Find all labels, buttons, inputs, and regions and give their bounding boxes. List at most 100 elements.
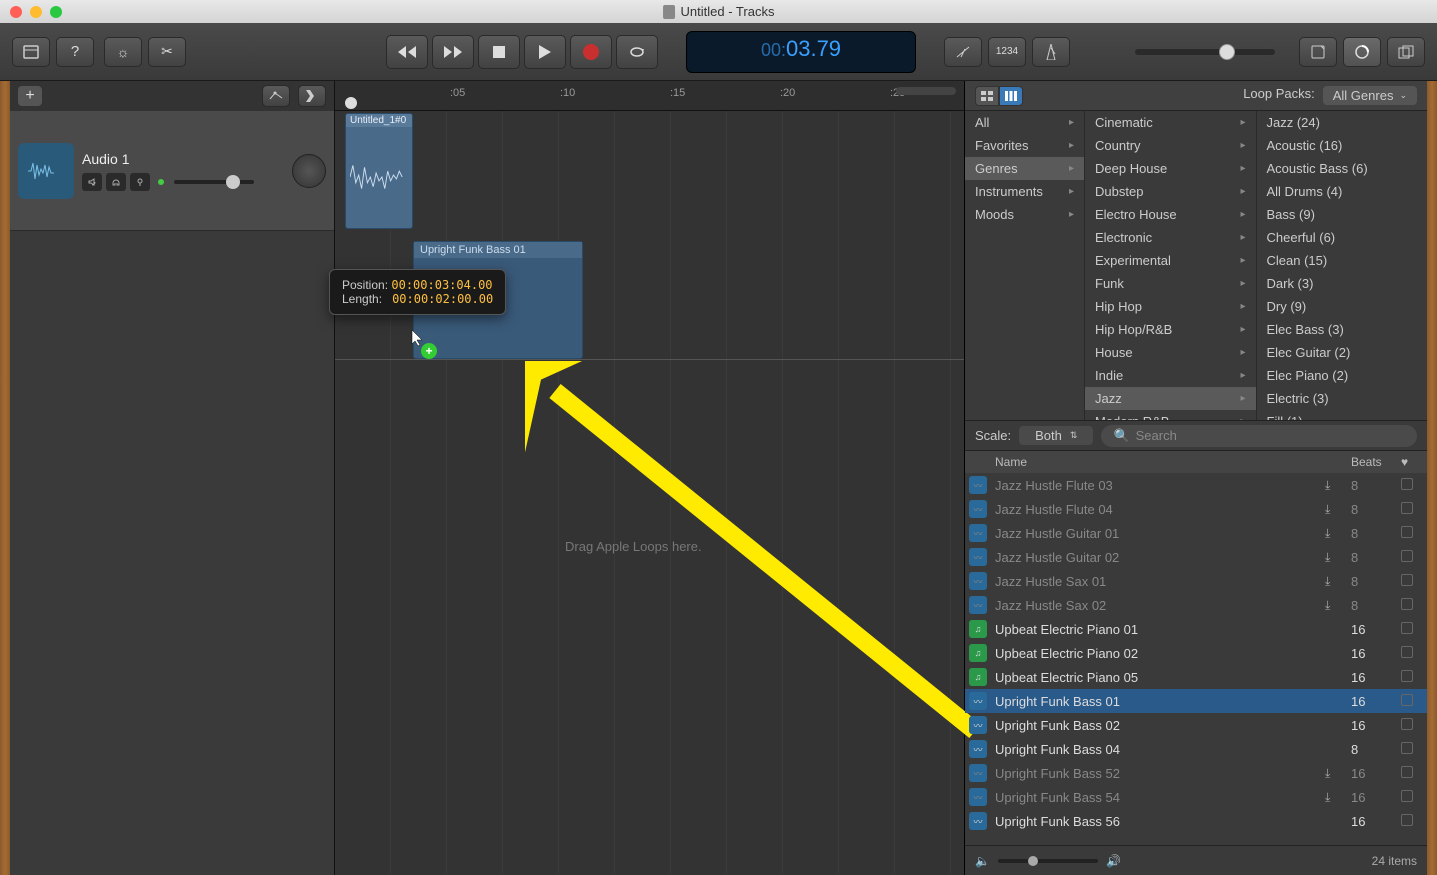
search-input[interactable]: 🔍 Search	[1101, 425, 1417, 447]
category-item[interactable]: Electronic▸	[1085, 226, 1256, 249]
favorite-checkbox[interactable]	[1401, 718, 1427, 733]
loop-row[interactable]: 〰Upright Funk Bass 0116	[965, 689, 1427, 713]
category-item[interactable]: Cheerful (6)	[1257, 226, 1428, 249]
category-item[interactable]: Elec Guitar (2)	[1257, 341, 1428, 364]
input-button[interactable]	[130, 173, 150, 191]
minimize-button[interactable]	[30, 6, 42, 18]
loop-row[interactable]: 〰Upright Funk Bass 52⤓16	[965, 761, 1427, 785]
col-fav-header[interactable]: ♥	[1401, 455, 1427, 469]
category-item[interactable]: Dry (9)	[1257, 295, 1428, 318]
column-view-button[interactable]	[999, 86, 1023, 106]
count-in-button[interactable]: 1234	[988, 37, 1026, 67]
download-icon[interactable]: ⤓	[1325, 550, 1330, 564]
track-volume-slider[interactable]	[174, 180, 254, 184]
category-item[interactable]: House▸	[1085, 341, 1256, 364]
cycle-button[interactable]	[616, 35, 658, 69]
help-button[interactable]: ?	[56, 37, 94, 67]
scale-dropdown[interactable]: Both ⇅	[1019, 426, 1093, 445]
category-item[interactable]: Favorites▸	[965, 134, 1084, 157]
category-item[interactable]: Experimental▸	[1085, 249, 1256, 272]
category-item[interactable]: Hip Hop/R&B▸	[1085, 318, 1256, 341]
loop-packs-dropdown[interactable]: All Genres ⌄	[1323, 86, 1417, 105]
favorite-checkbox[interactable]	[1401, 790, 1427, 805]
category-item[interactable]: Modern R&B▸	[1085, 410, 1256, 420]
horizontal-zoom-slider[interactable]	[896, 87, 956, 95]
loop-row[interactable]: 〰Jazz Hustle Sax 02⤓8	[965, 593, 1427, 617]
favorite-checkbox[interactable]	[1401, 502, 1427, 517]
tuner-button[interactable]	[944, 37, 982, 67]
category-item[interactable]: Moods▸	[965, 203, 1084, 226]
metronome-button[interactable]	[1032, 37, 1070, 67]
category-item[interactable]: Acoustic (16)	[1257, 134, 1428, 157]
category-item[interactable]: Instruments▸	[965, 180, 1084, 203]
favorite-checkbox[interactable]	[1401, 598, 1427, 613]
rewind-button[interactable]	[386, 35, 428, 69]
track-row[interactable]: Audio 1	[10, 111, 334, 231]
loop-row[interactable]: ♫Upbeat Electric Piano 0216	[965, 641, 1427, 665]
favorite-checkbox[interactable]	[1401, 622, 1427, 637]
scissors-button[interactable]: ✂	[148, 37, 186, 67]
button-view-button[interactable]	[975, 86, 999, 106]
category-item[interactable]: Fill (1)	[1257, 410, 1428, 420]
play-button[interactable]	[524, 35, 566, 69]
loop-row[interactable]: ♫Upbeat Electric Piano 0516	[965, 665, 1427, 689]
notepad-button[interactable]	[1299, 37, 1337, 67]
automation-button[interactable]	[262, 85, 290, 107]
favorite-checkbox[interactable]	[1401, 694, 1427, 709]
loop-row[interactable]: 〰Jazz Hustle Flute 04⤓8	[965, 497, 1427, 521]
loop-row[interactable]: 〰Upright Funk Bass 54⤓16	[965, 785, 1427, 809]
category-item[interactable]: All Drums (4)	[1257, 180, 1428, 203]
catch-playhead-button[interactable]	[298, 85, 326, 107]
favorite-checkbox[interactable]	[1401, 526, 1427, 541]
pan-knob[interactable]	[292, 154, 326, 188]
category-item[interactable]: Jazz▸	[1085, 387, 1256, 410]
loop-row[interactable]: 〰Jazz Hustle Sax 01⤓8	[965, 569, 1427, 593]
category-item[interactable]: Elec Piano (2)	[1257, 364, 1428, 387]
favorite-checkbox[interactable]	[1401, 670, 1427, 685]
loop-row[interactable]: 〰Upright Funk Bass 0216	[965, 713, 1427, 737]
favorite-checkbox[interactable]	[1401, 814, 1427, 829]
download-icon[interactable]: ⤓	[1325, 598, 1330, 612]
headphone-button[interactable]	[106, 173, 126, 191]
loop-row[interactable]: 〰Upright Funk Bass 5616	[965, 809, 1427, 833]
loop-row[interactable]: 〰Jazz Hustle Guitar 01⤓8	[965, 521, 1427, 545]
category-item[interactable]: Acoustic Bass (6)	[1257, 157, 1428, 180]
smart-controls-button[interactable]: ☼	[104, 37, 142, 67]
volume-knob[interactable]	[1219, 44, 1235, 60]
category-item[interactable]: Dark (3)	[1257, 272, 1428, 295]
category-item[interactable]: Genres▸	[965, 157, 1084, 180]
category-item[interactable]: Clean (15)	[1257, 249, 1428, 272]
category-item[interactable]: Cinematic▸	[1085, 111, 1256, 134]
mute-button[interactable]	[82, 173, 102, 191]
loop-row[interactable]: 〰Jazz Hustle Guitar 02⤓8	[965, 545, 1427, 569]
loop-row[interactable]: 〰Upright Funk Bass 048	[965, 737, 1427, 761]
record-button[interactable]	[570, 35, 612, 69]
time-display[interactable]: 00: 00:03: 03.79	[686, 31, 916, 73]
loop-browser-button[interactable]	[1343, 37, 1381, 67]
category-item[interactable]: Funk▸	[1085, 272, 1256, 295]
library-button[interactable]	[12, 37, 50, 67]
category-item[interactable]: Bass (9)	[1257, 203, 1428, 226]
preview-volume-slider[interactable]	[998, 859, 1098, 863]
timeline-ruler[interactable]: :05 :10 :15 :20 :25	[335, 81, 964, 111]
audio-region[interactable]: Untitled_1#0	[345, 113, 413, 229]
category-item[interactable]: Electro House▸	[1085, 203, 1256, 226]
favorite-checkbox[interactable]	[1401, 742, 1427, 757]
col-beats-header[interactable]: Beats	[1351, 455, 1401, 469]
favorite-checkbox[interactable]	[1401, 574, 1427, 589]
arrange-area[interactable]: Untitled_1#0 Upright Funk Bass 01 Positi…	[335, 111, 964, 875]
download-icon[interactable]: ⤓	[1325, 478, 1330, 492]
category-item[interactable]: Hip Hop▸	[1085, 295, 1256, 318]
media-browser-button[interactable]	[1387, 37, 1425, 67]
category-item[interactable]: Country▸	[1085, 134, 1256, 157]
category-item[interactable]: Deep House▸	[1085, 157, 1256, 180]
loop-row[interactable]: 〰Jazz Hustle Flute 03⤓8	[965, 473, 1427, 497]
favorite-checkbox[interactable]	[1401, 478, 1427, 493]
favorite-checkbox[interactable]	[1401, 646, 1427, 661]
download-icon[interactable]: ⤓	[1325, 574, 1330, 588]
maximize-button[interactable]	[50, 6, 62, 18]
favorite-checkbox[interactable]	[1401, 550, 1427, 565]
category-item[interactable]: Jazz (24)	[1257, 111, 1428, 134]
download-icon[interactable]: ⤓	[1325, 766, 1330, 780]
master-volume-slider[interactable]	[1135, 49, 1275, 55]
